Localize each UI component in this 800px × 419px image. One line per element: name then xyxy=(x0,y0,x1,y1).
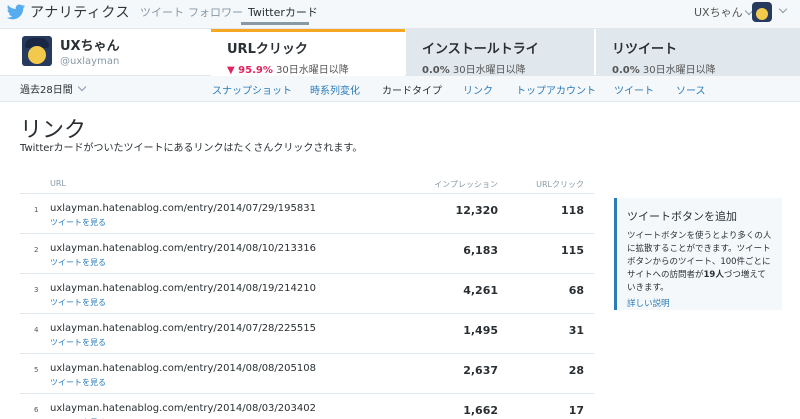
promo-title: ツイートボタンを追加 xyxy=(627,210,737,223)
summary-header: UXちゃん @uxlayman URLクリック ▼ 95.9% 30日水曜日以降… xyxy=(0,28,800,76)
row-url[interactable]: uxlayman.hatenablog.com/entry/2014/07/28… xyxy=(50,323,316,334)
nav-twitter-cards[interactable]: Twitterカード xyxy=(248,4,318,20)
nav-active-indicator xyxy=(241,22,309,25)
user-avatar[interactable] xyxy=(752,2,772,22)
row-clicks: 28 xyxy=(568,364,584,377)
chevron-down-icon[interactable] xyxy=(778,4,788,14)
row-url[interactable]: uxlayman.hatenablog.com/entry/2014/08/19… xyxy=(50,283,316,294)
row-rank: 4 xyxy=(34,326,39,334)
table-row: 6 uxlayman.hatenablog.com/entry/2014/08/… xyxy=(20,394,594,419)
subnav-snapshot[interactable]: スナップショット xyxy=(212,82,292,97)
row-clicks: 118 xyxy=(561,204,584,217)
view-tweet-link[interactable]: ツイートを見る xyxy=(50,217,106,228)
column-header-impressions[interactable]: インプレッション xyxy=(434,179,498,190)
period-select[interactable]: 過去28日間 xyxy=(20,81,86,96)
metric-change: 0.0% xyxy=(612,65,640,76)
page-description: Twitterカードがついたツイートにあるリンクはたくさんクリックされます。 xyxy=(20,143,363,154)
tweet-button-promo: ツイートボタンを追加 ツイートボタンを使うとより多くの人に拡散することができます… xyxy=(614,198,782,310)
row-clicks: 68 xyxy=(568,284,584,297)
links-table: URL インプレッション URLクリック 1 uxlayman.hatenabl… xyxy=(20,172,594,419)
metric-label: インストールトライ xyxy=(422,42,539,57)
row-clicks: 115 xyxy=(561,244,584,257)
metric-change: 0.0% xyxy=(422,65,450,76)
row-url[interactable]: uxlayman.hatenablog.com/entry/2014/07/29… xyxy=(50,203,316,214)
subnav-top-accounts[interactable]: トップアカウント xyxy=(516,82,596,97)
table-row: 2 uxlayman.hatenablog.com/entry/2014/08/… xyxy=(20,234,594,274)
learn-more-link[interactable]: 詳しい説明 xyxy=(627,297,772,309)
row-url[interactable]: uxlayman.hatenablog.com/entry/2014/08/08… xyxy=(50,363,316,374)
table-row: 5 uxlayman.hatenablog.com/entry/2014/08/… xyxy=(20,354,594,394)
promo-body: ツイートボタンを使うとより多くの人に拡散することができます。ツイートボタンからの… xyxy=(627,230,772,295)
metric-url-clicks[interactable]: URLクリック ▼ 95.9% 30日水曜日以降 xyxy=(211,29,405,76)
row-clicks: 31 xyxy=(568,324,584,337)
table-row: 4 uxlayman.hatenablog.com/entry/2014/07/… xyxy=(20,314,594,354)
user-menu[interactable]: UXちゃん xyxy=(694,4,753,20)
row-rank: 1 xyxy=(34,206,39,214)
metric-change: ▼ 95.9% xyxy=(227,65,273,76)
subnav-tweets[interactable]: ツイート xyxy=(614,82,654,97)
account-name: UXちゃん xyxy=(60,39,120,54)
table-row: 3 uxlayman.hatenablog.com/entry/2014/08/… xyxy=(20,274,594,314)
view-tweet-link[interactable]: ツイートを見る xyxy=(50,257,106,268)
promo-body-highlight: 19人 xyxy=(703,270,724,280)
period-label: 過去28日間 xyxy=(20,85,73,96)
row-impressions: 1,662 xyxy=(463,404,498,417)
nav-tweets[interactable]: ツイート xyxy=(140,4,184,20)
table-header: URL インプレッション URLクリック xyxy=(20,172,594,194)
twitter-bird-icon xyxy=(6,4,26,20)
top-nav: アナリティクス ツイート フォロワー Twitterカード UXちゃん xyxy=(0,0,800,26)
nav-followers[interactable]: フォロワー xyxy=(188,4,243,20)
main-content: リンク Twitterカードがついたツイートにあるリンクはたくさんクリックされま… xyxy=(0,101,800,419)
account-handle: @uxlayman xyxy=(60,56,120,67)
sub-nav: 過去28日間 スナップショット 時系列変化 カードタイプ リンク トップアカウン… xyxy=(0,77,800,99)
row-impressions: 1,495 xyxy=(463,324,498,337)
metric-install-attempts[interactable]: インストールトライ 0.0% 30日水曜日以降 xyxy=(406,29,594,76)
user-menu-name: UXちゃん xyxy=(694,6,743,19)
app-title: アナリティクス xyxy=(30,5,130,21)
view-tweet-link[interactable]: ツイートを見る xyxy=(50,377,106,388)
subnav-card-type[interactable]: カードタイプ xyxy=(382,82,442,97)
column-header-clicks[interactable]: URLクリック xyxy=(536,179,584,190)
table-row: 1 uxlayman.hatenablog.com/entry/2014/07/… xyxy=(20,194,594,234)
metric-retweets[interactable]: リツイート 0.0% 30日水曜日以降 xyxy=(596,29,800,76)
row-clicks: 17 xyxy=(568,404,584,417)
metric-label: リツイート xyxy=(612,42,678,57)
row-impressions: 6,183 xyxy=(463,244,498,257)
row-impressions: 2,637 xyxy=(463,364,498,377)
row-url[interactable]: uxlayman.hatenablog.com/entry/2014/08/10… xyxy=(50,243,316,254)
metric-period: 30日水曜日以降 xyxy=(452,65,526,76)
row-impressions: 4,261 xyxy=(463,284,498,297)
row-impressions: 12,320 xyxy=(455,204,498,217)
row-rank: 6 xyxy=(34,406,39,414)
metric-period: 30日水曜日以降 xyxy=(276,65,349,76)
brand[interactable]: アナリティクス xyxy=(6,2,130,22)
row-url[interactable]: uxlayman.hatenablog.com/entry/2014/08/03… xyxy=(50,403,316,414)
row-rank: 5 xyxy=(34,366,39,374)
row-rank: 3 xyxy=(34,286,39,294)
subnav-links[interactable]: リンク xyxy=(463,82,493,97)
row-rank: 2 xyxy=(34,246,39,254)
subnav-sources[interactable]: ソース xyxy=(676,82,706,97)
chevron-down-icon xyxy=(77,82,86,92)
view-tweet-link[interactable]: ツイートを見る xyxy=(50,297,106,308)
account-card: UXちゃん @uxlayman xyxy=(22,35,120,67)
view-tweet-link[interactable]: ツイートを見る xyxy=(50,337,106,348)
subnav-timeline[interactable]: 時系列変化 xyxy=(310,82,360,97)
column-header-url[interactable]: URL xyxy=(50,179,66,188)
metric-label: URLクリック xyxy=(227,42,308,57)
account-avatar xyxy=(22,36,52,66)
metric-period: 30日水曜日以降 xyxy=(642,65,716,76)
